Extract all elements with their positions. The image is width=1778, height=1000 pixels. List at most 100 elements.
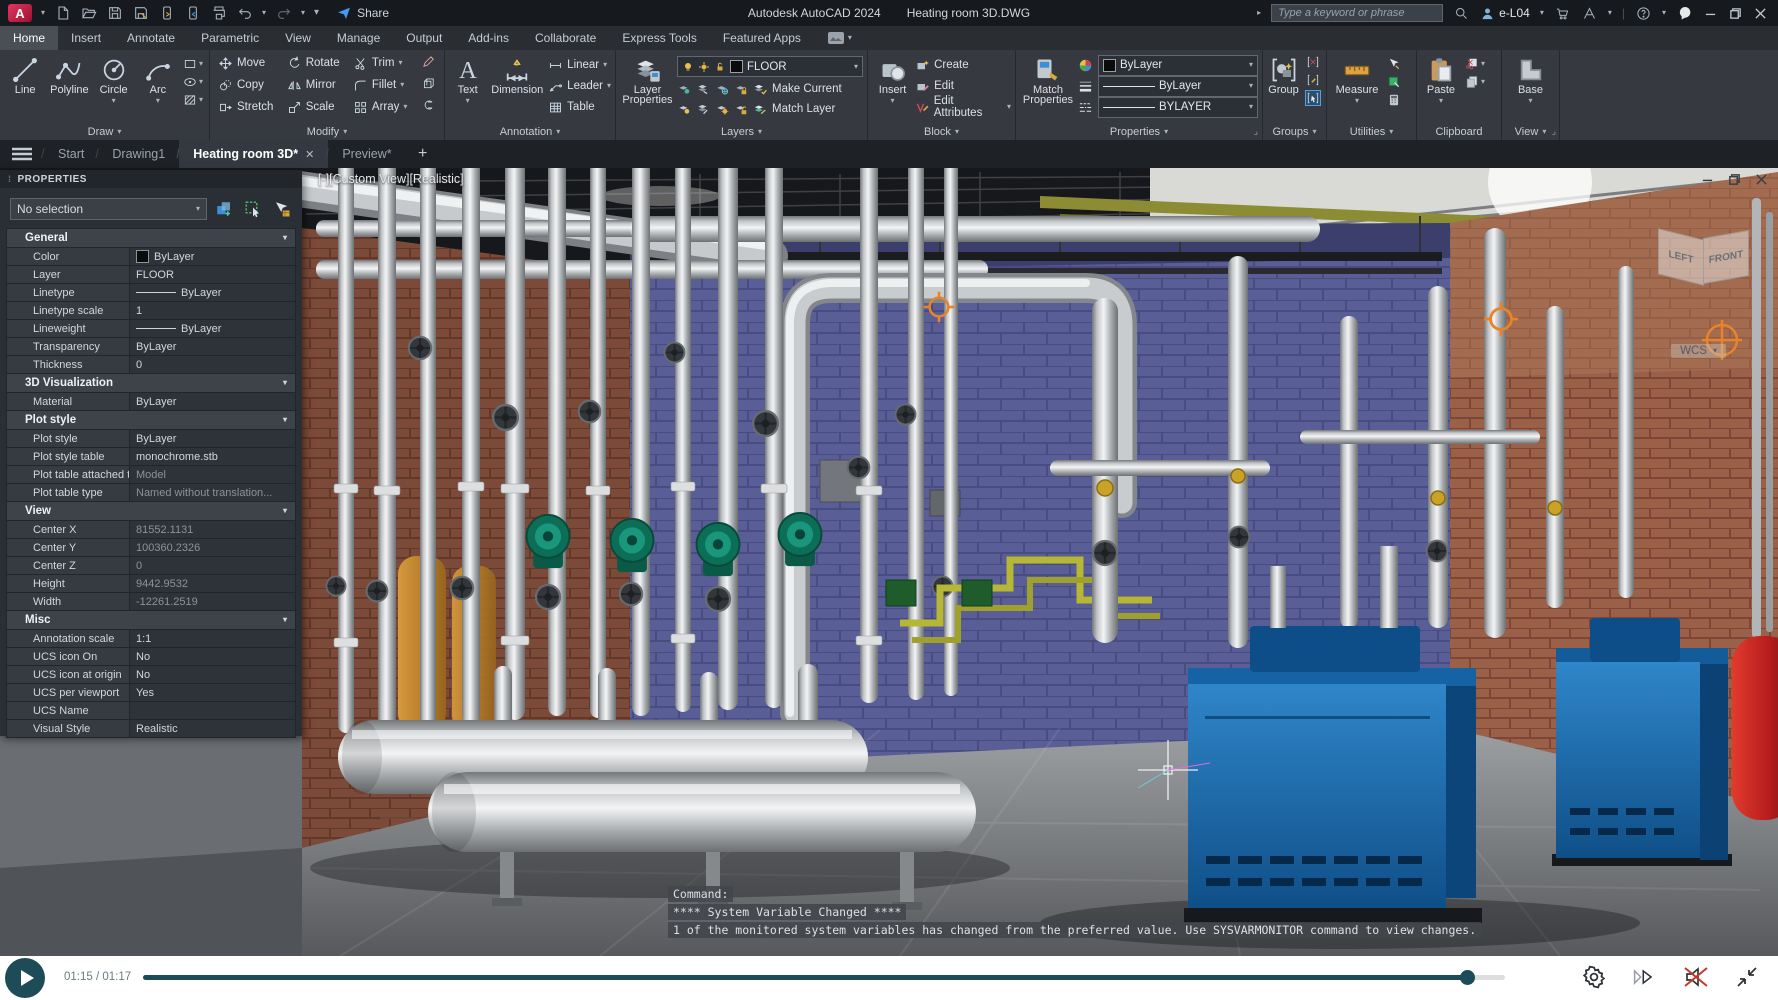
property-value[interactable]: ByLayer [130, 284, 295, 301]
viewcube[interactable]: LEFT FRONT [1658, 234, 1750, 286]
toggle-pickadd-button[interactable] [212, 199, 236, 220]
command-prompt[interactable]: Command: [668, 886, 733, 902]
match-layer-button[interactable]: Match Layer [772, 103, 835, 115]
paste-button[interactable]: Paste ▾ [1421, 54, 1461, 105]
layer-properties-button[interactable]: Layer Properties [620, 54, 675, 105]
rotate-button[interactable]: Rotate [287, 54, 345, 72]
overkill-button[interactable] [421, 98, 440, 112]
file-tabs-menu-icon[interactable] [0, 140, 44, 168]
section-header-misc[interactable]: Misc▾ [7, 611, 295, 629]
arc-button[interactable]: Arc ▾ [137, 54, 179, 105]
calculator-button[interactable] [1387, 93, 1401, 107]
layer-off-icon[interactable] [677, 82, 691, 96]
property-value[interactable]: ByLayer [130, 430, 295, 447]
groups-panel-label[interactable]: Groups▾ [1263, 123, 1326, 140]
erase-button[interactable] [421, 54, 440, 68]
property-value[interactable]: No [130, 666, 295, 683]
circle-button[interactable]: Circle ▾ [93, 54, 135, 105]
undo-button[interactable] [236, 5, 253, 22]
layer-freeze-icon[interactable] [715, 82, 729, 96]
redo-caret-icon[interactable]: ▾ [301, 9, 305, 17]
property-value[interactable]: FLOOR [130, 266, 295, 283]
stretch-button[interactable]: Stretch [218, 98, 279, 116]
clipboard-panel-label[interactable]: Clipboard [1417, 123, 1501, 140]
ribbon-tab-output[interactable]: Output [393, 26, 455, 50]
property-value[interactable]: ByLayer [130, 338, 295, 355]
progress-knob[interactable] [1460, 970, 1475, 985]
dimension-button[interactable]: Dimension [488, 54, 546, 96]
select-objects-button[interactable] [241, 199, 265, 220]
property-value[interactable]: 100360.2326 [130, 539, 295, 556]
file-tab-drawing1[interactable]: Drawing1 [98, 140, 179, 168]
make-current-button[interactable]: Make Current [772, 83, 842, 95]
mute-button[interactable] [1683, 964, 1709, 990]
object-color-select[interactable]: ByLayer▾ [1098, 55, 1258, 76]
layer-unlock-all-icon[interactable] [734, 102, 748, 116]
ribbon-tab-insert[interactable]: Insert [58, 26, 114, 50]
undo-caret-icon[interactable]: ▾ [262, 9, 266, 17]
property-value[interactable]: 0 [130, 557, 295, 574]
exit-fullscreen-button[interactable] [1734, 964, 1760, 990]
rectangle-tool-button[interactable]: ▾ [183, 57, 203, 71]
quick-select-button[interactable] [1387, 57, 1401, 71]
utilities-panel-label[interactable]: Utilities▾ [1327, 123, 1416, 140]
apps-caret-icon[interactable]: ▾ [1608, 9, 1612, 17]
file-tab-start[interactable]: Start [44, 140, 98, 168]
playback-speed-button[interactable] [1632, 964, 1658, 990]
open-from-web-button[interactable] [158, 5, 175, 22]
trim-button[interactable]: Trim▾ [353, 54, 413, 72]
property-value[interactable]: 81552.1131 [130, 521, 295, 538]
redo-button[interactable] [275, 5, 292, 22]
ribbon-tab-home[interactable]: Home [0, 26, 58, 50]
property-value[interactable] [130, 702, 295, 719]
player-settings-button[interactable] [1581, 964, 1607, 990]
property-value[interactable]: Model [130, 466, 295, 483]
array-button[interactable]: Array▾ [353, 98, 413, 116]
group-selection-toggle[interactable] [1306, 91, 1320, 105]
ribbon-tab-view[interactable]: View [272, 26, 324, 50]
section-header-view[interactable]: View▾ [7, 502, 295, 520]
palette-grip-icon[interactable]: ⁞ [8, 174, 12, 184]
property-value[interactable]: ByLayer [130, 248, 295, 265]
property-value[interactable]: No [130, 648, 295, 665]
property-value[interactable]: 1:1 [130, 630, 295, 647]
selection-filter-select[interactable]: No selection▾ [10, 198, 207, 220]
ribbon-tab-featured-apps[interactable]: Featured Apps [710, 26, 814, 50]
wcs-menu[interactable]: WCS▾ [1671, 344, 1726, 358]
properties-dialog-launcher-icon[interactable]: ⌟ [1254, 126, 1258, 137]
signed-in-user[interactable]: e-L04 [1480, 6, 1530, 21]
user-menu-caret-icon[interactable]: ▾ [1540, 9, 1544, 17]
save-as-button[interactable] [132, 5, 149, 22]
ribbon-tab-collaborate[interactable]: Collaborate [522, 26, 609, 50]
mirror-button[interactable]: Mirror [287, 76, 345, 94]
open-file-button[interactable] [80, 5, 97, 22]
properties-panel-label[interactable]: Properties▾ [1016, 123, 1262, 140]
leader-button[interactable]: Leader▾ [548, 77, 611, 95]
autodesk-apps-icon[interactable] [1581, 5, 1598, 22]
hatch-tool-button[interactable]: ▾ [183, 93, 203, 107]
explode-button[interactable] [421, 76, 440, 90]
file-tab-preview[interactable]: Preview* [328, 140, 405, 168]
app-menu-caret-icon[interactable]: ▾ [41, 9, 45, 17]
play-button[interactable] [5, 958, 45, 998]
section-header-plot-style[interactable]: Plot style▾ [7, 411, 295, 429]
lineweight-select[interactable]: ByLayer▾ [1098, 76, 1258, 97]
save-button[interactable] [106, 5, 123, 22]
property-value[interactable]: 1 [130, 302, 295, 319]
palette-title-bar[interactable]: ⁞ PROPERTIES [0, 170, 302, 188]
line-button[interactable]: Line [4, 54, 46, 96]
property-value[interactable]: 9442.9532 [130, 575, 295, 592]
drawing-minimize-icon[interactable] [1701, 173, 1714, 186]
viewcube-left-face[interactable]: LEFT [1658, 228, 1704, 285]
new-file-button[interactable] [54, 5, 71, 22]
ungroup-button[interactable] [1306, 55, 1320, 69]
layer-lock-icon[interactable] [734, 82, 748, 96]
property-value[interactable]: Named without translation... [130, 484, 295, 501]
ribbon-display-toggle[interactable]: ▾ [820, 26, 860, 50]
drawing-close-icon[interactable] [1755, 173, 1768, 186]
fillet-button[interactable]: Fillet▾ [353, 76, 413, 94]
app-store-cart-icon[interactable] [1554, 5, 1571, 22]
copy-button[interactable]: Copy [218, 76, 279, 94]
drawing-restore-icon[interactable] [1728, 173, 1741, 186]
customize-qat-icon[interactable]: ▾ [314, 8, 319, 18]
